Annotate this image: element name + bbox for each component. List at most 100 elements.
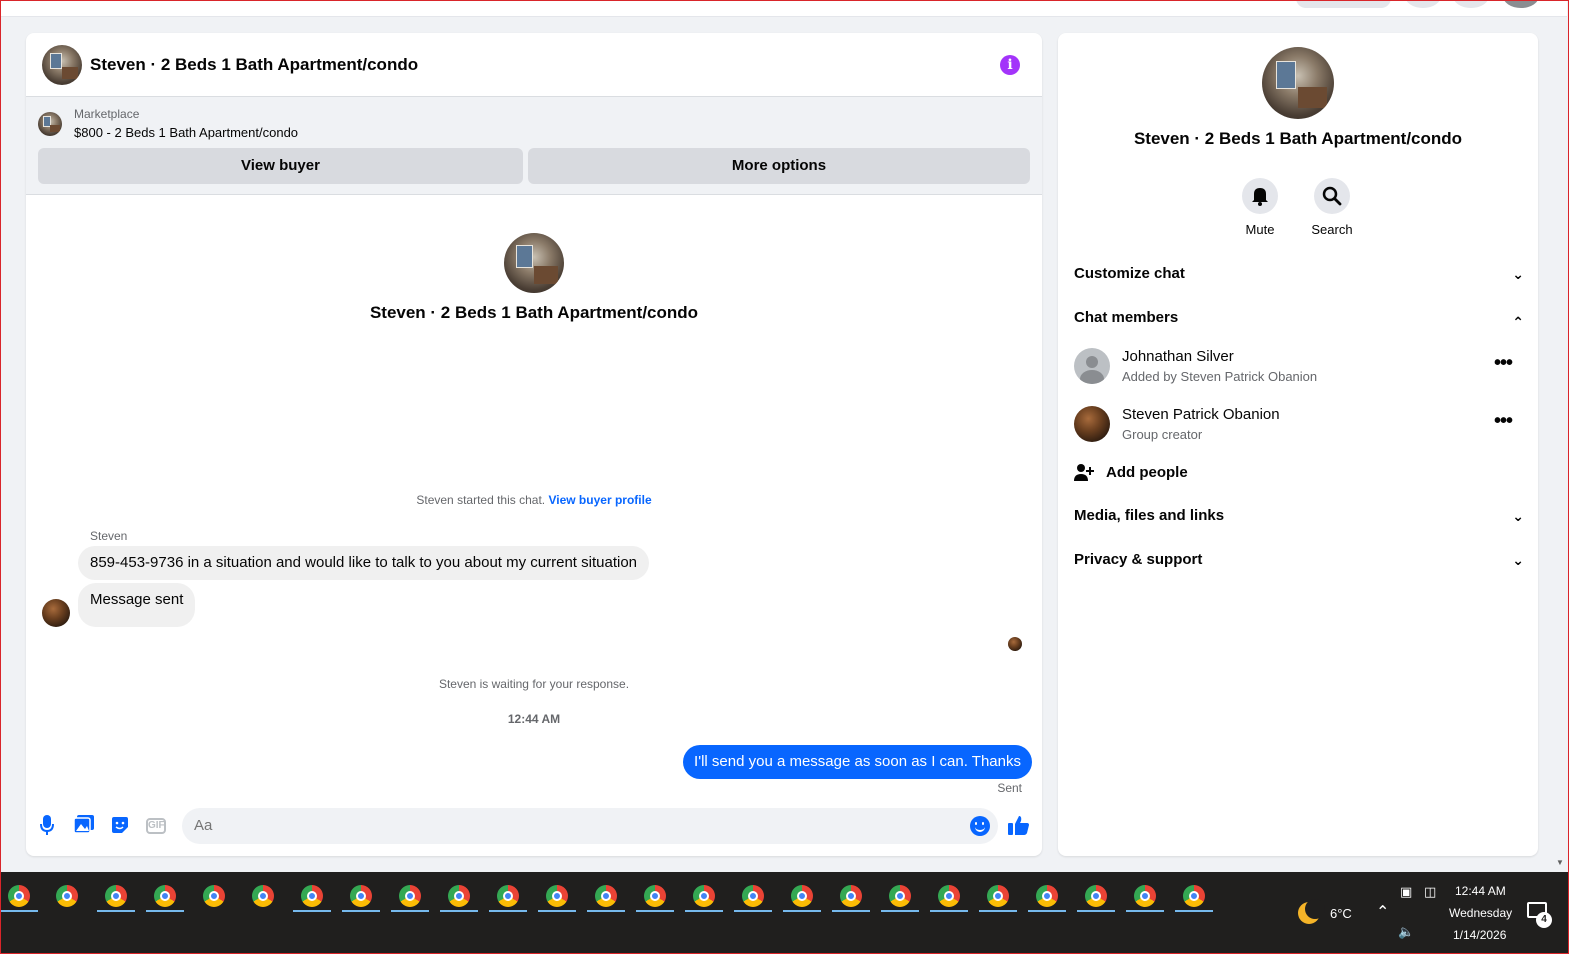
clock-day[interactable]: Wednesday <box>1449 906 1512 920</box>
weather-moon-icon[interactable] <box>1298 899 1325 924</box>
taskbar-app[interactable] <box>0 882 38 912</box>
chat-members-label: Chat members <box>1074 309 1179 326</box>
taskbar-app[interactable] <box>636 882 674 912</box>
listing-title[interactable]: $800 - 2 Beds 1 Bath Apartment/condo <box>74 125 298 140</box>
taskbar-app[interactable] <box>48 882 86 912</box>
nav-button-1[interactable] <box>1405 0 1441 8</box>
network-icon[interactable]: ◫ <box>1424 884 1436 900</box>
chrome-icon <box>595 885 617 907</box>
add-people-button[interactable]: Add people <box>1074 459 1188 487</box>
info-title: Steven · 2 Beds 1 Bath Apartment/condo <box>1133 129 1463 148</box>
clock-time[interactable]: 12:44 AM <box>1455 884 1506 898</box>
taskbar-app[interactable] <box>489 882 527 912</box>
taskbar-app[interactable] <box>832 882 870 912</box>
taskbar-app[interactable] <box>146 882 184 912</box>
windows-taskbar: 6°C ⌃ ▣ ◫ 🔈 12:44 AM Wednesday 1/14/2026… <box>0 872 1569 954</box>
taskbar-app[interactable] <box>538 882 576 912</box>
chrome-icon <box>350 885 372 907</box>
conversation-header: Steven · 2 Beds 1 Bath Apartment/condo <box>26 233 1042 323</box>
top-nav-bar <box>1 0 1567 17</box>
outgoing-message[interactable]: I'll send you a message as soon as I can… <box>683 745 1032 779</box>
message-timestamp: 12:44 AM <box>507 712 561 726</box>
microphone-icon[interactable] <box>36 815 58 837</box>
temperature[interactable]: 6°C <box>1330 906 1352 921</box>
taskbar-app[interactable] <box>391 882 429 912</box>
chrome-icon <box>301 885 323 907</box>
chevron-up-icon[interactable]: ⌃ <box>1376 902 1389 922</box>
chrome-icon <box>154 885 176 907</box>
member-avatar[interactable] <box>1074 348 1110 384</box>
chat-members-section[interactable]: Chat members ⌃ <box>1074 302 1524 334</box>
view-buyer-button[interactable]: View buyer <box>38 148 523 184</box>
search-button[interactable]: Search <box>1302 178 1362 237</box>
clock-date[interactable]: 1/14/2026 <box>1453 928 1506 942</box>
emoji-icon[interactable] <box>970 816 990 836</box>
taskbar-app[interactable] <box>685 882 723 912</box>
member-row[interactable]: Johnathan Silver Added by Steven Patrick… <box>1074 346 1524 390</box>
search-icon[interactable] <box>1314 178 1350 214</box>
taskbar-app[interactable] <box>1028 882 1066 912</box>
incoming-message[interactable]: Message sent <box>78 583 196 627</box>
listing-avatar[interactable] <box>42 44 82 85</box>
more-icon[interactable]: ••• <box>1494 410 1513 433</box>
taskbar-app[interactable] <box>734 882 772 912</box>
taskbar-app[interactable] <box>783 882 821 912</box>
incoming-message[interactable]: 859-453-9736 in a situation and would li… <box>78 546 650 580</box>
chrome-icon <box>399 885 421 907</box>
customize-chat-section[interactable]: Customize chat ⌄ <box>1074 258 1524 290</box>
taskbar-app[interactable] <box>587 882 625 912</box>
chrome-icon <box>497 885 519 907</box>
taskbar-app[interactable] <box>293 882 331 912</box>
chrome-icon <box>252 885 274 907</box>
taskbar-app[interactable] <box>1175 882 1213 912</box>
taskbar-app[interactable] <box>440 882 478 912</box>
taskbar-app[interactable] <box>930 882 968 912</box>
member-avatar[interactable] <box>1074 406 1110 442</box>
nav-pill[interactable] <box>1296 0 1391 8</box>
more-icon[interactable]: ••• <box>1494 352 1513 375</box>
taskbar-app[interactable] <box>1126 882 1164 912</box>
taskbar-app[interactable] <box>979 882 1017 912</box>
chrome-icon <box>1134 885 1156 907</box>
like-icon[interactable] <box>1008 814 1030 836</box>
taskbar-app[interactable] <box>881 882 919 912</box>
chrome-icon <box>644 885 666 907</box>
member-name[interactable]: Johnathan Silver <box>1122 348 1234 365</box>
info-avatar[interactable] <box>1262 47 1334 119</box>
sticker-icon[interactable] <box>109 815 131 837</box>
listing-thumbnail[interactable] <box>38 111 62 136</box>
add-people-label: Add people <box>1106 464 1188 481</box>
mute-button[interactable]: Mute <box>1230 178 1290 237</box>
search-label: Search <box>1311 222 1353 237</box>
taskbar-app[interactable] <box>97 882 135 912</box>
nav-button-2[interactable] <box>1453 0 1489 8</box>
read-receipt-avatar <box>1008 637 1022 651</box>
taskbar-app[interactable] <box>342 882 380 912</box>
chrome-icon <box>546 885 568 907</box>
info-icon[interactable]: i <box>1000 55 1020 75</box>
gif-icon[interactable]: GIF <box>146 818 166 834</box>
media-section[interactable]: Media, files and links ⌄ <box>1074 500 1524 532</box>
view-buyer-profile-link[interactable]: View buyer profile <box>548 493 651 507</box>
bell-icon[interactable] <box>1242 178 1278 214</box>
photo-icon[interactable] <box>73 815 95 837</box>
chat-title[interactable]: Steven · 2 Beds 1 Bath Apartment/condo <box>90 55 418 75</box>
meet-icon[interactable]: ▣ <box>1400 884 1412 900</box>
sender-avatar[interactable] <box>42 599 70 627</box>
volume-icon[interactable]: 🔈 <box>1398 924 1414 940</box>
chat-panel: Steven · 2 Beds 1 Bath Apartment/condo i… <box>26 33 1042 856</box>
more-options-button[interactable]: More options <box>528 148 1030 184</box>
chevron-down-icon: ⌄ <box>1512 508 1524 524</box>
message-input[interactable] <box>182 808 998 844</box>
add-person-icon <box>1074 464 1094 481</box>
member-row[interactable]: Steven Patrick Obanion Group creator ••• <box>1074 404 1524 448</box>
taskbar-app[interactable] <box>195 882 233 912</box>
member-name[interactable]: Steven Patrick Obanion <box>1122 406 1280 423</box>
taskbar-app[interactable] <box>1077 882 1115 912</box>
chrome-icon <box>1036 885 1058 907</box>
privacy-section[interactable]: Privacy & support ⌄ <box>1074 544 1524 576</box>
taskbar-app[interactable] <box>244 882 282 912</box>
profile-avatar[interactable] <box>1503 0 1539 8</box>
waiting-notice: Steven is waiting for your response. <box>438 677 630 691</box>
scroll-down-arrow[interactable]: ▼ <box>1556 858 1564 867</box>
